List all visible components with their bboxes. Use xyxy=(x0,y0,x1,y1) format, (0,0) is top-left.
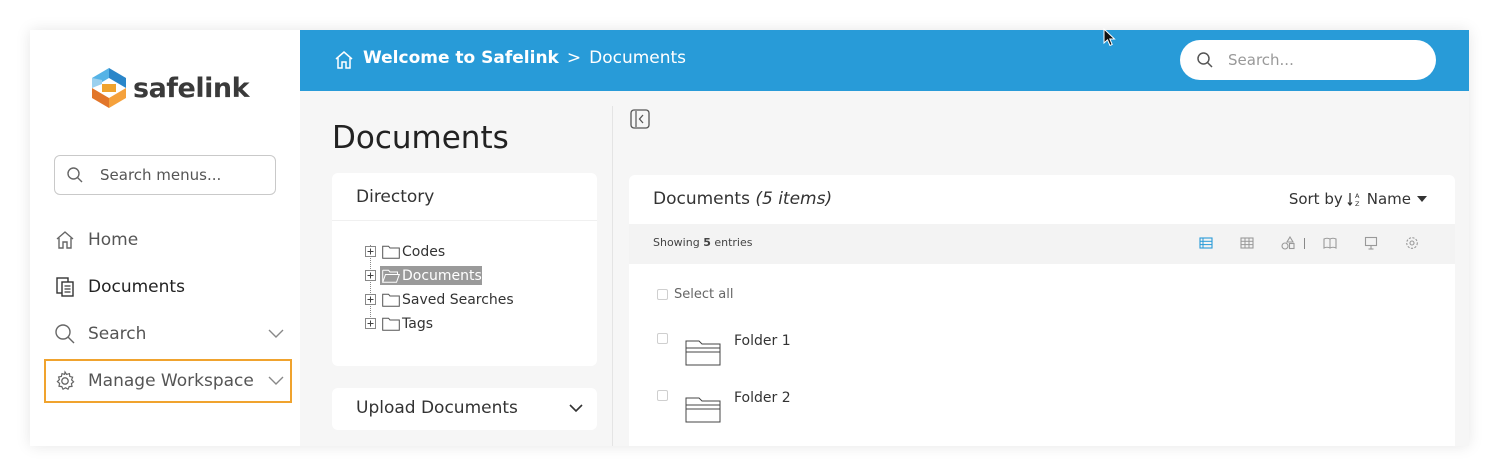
item-checkbox[interactable] xyxy=(657,390,668,401)
app-window: safelink Home Documents xyxy=(30,30,1469,446)
listing-toolbar: Showing 5 entries xyxy=(629,224,1455,264)
sidebar-item-label: Search xyxy=(88,324,147,344)
list-view-icon[interactable] xyxy=(1199,236,1213,250)
sidebar-item-label: Manage Workspace xyxy=(88,371,254,391)
search-icon xyxy=(67,167,83,183)
sidebar-item-label: Home xyxy=(88,230,139,250)
breadcrumb-separator: > xyxy=(566,48,582,68)
top-header: Welcome to Safelink > Documents xyxy=(300,30,1469,91)
chevron-down-icon[interactable] xyxy=(569,404,583,413)
gear-icon xyxy=(56,370,75,391)
presentation-view-icon[interactable] xyxy=(1364,236,1378,250)
sidebar-item-documents[interactable]: Documents xyxy=(44,265,292,309)
menu-search-input[interactable] xyxy=(100,166,270,184)
svg-text:Z: Z xyxy=(1355,200,1360,207)
tree-item-documents[interactable]: Documents xyxy=(364,265,564,287)
documents-icon xyxy=(56,277,74,297)
logo[interactable]: safelink xyxy=(88,66,250,110)
sidebar: safelink Home Documents xyxy=(30,30,300,446)
showing-count: 5 xyxy=(703,236,711,249)
sidebar-item-home[interactable]: Home xyxy=(44,218,292,262)
showing-entries: Showing 5 entries xyxy=(653,236,753,249)
book-view-icon[interactable] xyxy=(1323,236,1337,250)
collapse-panel-icon[interactable] xyxy=(630,109,650,129)
expand-plus-icon[interactable] xyxy=(365,294,376,305)
grid-view-icon[interactable] xyxy=(1240,236,1254,250)
folder-icon xyxy=(382,317,400,331)
logo-text: safelink xyxy=(133,72,250,104)
directory-panel: Directory Codes Documents Saved Searches… xyxy=(332,173,597,366)
view-mode-switcher xyxy=(1172,236,1419,250)
sidebar-item-label: Documents xyxy=(88,277,185,297)
listing-title: Documents (5 items) xyxy=(653,189,832,209)
folder-icon xyxy=(382,245,400,259)
sidebar-item-manage-workspace[interactable]: Manage Workspace xyxy=(44,359,292,403)
upload-documents-title: Upload Documents xyxy=(356,398,518,418)
mouse-cursor-icon xyxy=(1103,28,1116,47)
breadcrumb: Welcome to Safelink > Documents xyxy=(363,48,686,68)
tree-item-codes[interactable]: Codes xyxy=(364,241,564,263)
sort-alpha-icon: A Z xyxy=(1347,192,1360,207)
directory-title: Directory xyxy=(356,187,435,207)
tree-item-label: Documents xyxy=(402,268,482,284)
folder-icon xyxy=(685,340,721,366)
sort-prefix: Sort by xyxy=(1288,190,1343,208)
search-icon xyxy=(55,324,75,344)
listing-title-text: Documents xyxy=(653,189,750,209)
breadcrumb-root[interactable]: Welcome to Safelink xyxy=(363,48,559,68)
settings-icon[interactable] xyxy=(1405,236,1419,250)
documents-listing: Documents (5 items) Sort by A Z Name Sho… xyxy=(629,175,1455,446)
tree-item-label: Saved Searches xyxy=(402,292,514,308)
global-search-input[interactable] xyxy=(1228,51,1418,69)
global-search-box[interactable] xyxy=(1180,40,1436,80)
folder-icon xyxy=(382,293,400,307)
select-all-label: Select all xyxy=(674,287,734,302)
list-item[interactable]: Folder 1 xyxy=(657,333,957,373)
item-name[interactable]: Folder 2 xyxy=(734,390,791,406)
sort-field: Name xyxy=(1366,190,1411,208)
folder-icon xyxy=(685,397,721,423)
chevron-down-icon[interactable] xyxy=(268,376,284,386)
upload-documents-panel[interactable]: Upload Documents xyxy=(332,388,597,430)
expand-plus-icon[interactable] xyxy=(365,270,376,281)
page-title: Documents xyxy=(332,120,509,156)
view-separator xyxy=(1304,237,1305,249)
sidebar-item-search[interactable]: Search xyxy=(44,312,292,356)
select-all-checkbox[interactable] xyxy=(657,289,668,300)
svg-text:A: A xyxy=(1355,192,1360,200)
caret-down-icon xyxy=(1417,196,1427,202)
tree-item-label: Tags xyxy=(402,316,433,332)
showing-prefix: Showing xyxy=(653,236,700,249)
safelink-logo-icon xyxy=(92,68,126,108)
expand-plus-icon[interactable] xyxy=(365,318,376,329)
listing-item-count: (5 items) xyxy=(755,189,833,209)
home-icon[interactable] xyxy=(333,49,355,71)
directory-tree: Codes Documents Saved Searches Tags xyxy=(364,241,564,337)
showing-suffix: entries xyxy=(714,236,753,249)
menu-search-box[interactable] xyxy=(54,155,276,195)
home-icon xyxy=(56,231,74,249)
expand-plus-icon[interactable] xyxy=(365,246,376,257)
chevron-down-icon[interactable] xyxy=(268,329,284,339)
sort-dropdown[interactable]: Sort by A Z Name xyxy=(1289,190,1427,208)
item-checkbox[interactable] xyxy=(657,333,668,344)
select-all-row[interactable]: Select all xyxy=(657,287,733,302)
tree-item-saved-searches[interactable]: Saved Searches xyxy=(364,289,564,311)
tree-item-tags[interactable]: Tags xyxy=(364,313,564,335)
folder-open-icon xyxy=(382,269,400,283)
breadcrumb-current: Documents xyxy=(589,48,687,68)
panel-divider xyxy=(612,106,613,446)
list-item[interactable]: Folder 2 xyxy=(657,390,957,430)
search-icon xyxy=(1197,52,1213,68)
item-name[interactable]: Folder 1 xyxy=(734,333,791,349)
tree-item-label: Codes xyxy=(402,244,446,260)
shapes-view-icon[interactable] xyxy=(1281,236,1295,250)
